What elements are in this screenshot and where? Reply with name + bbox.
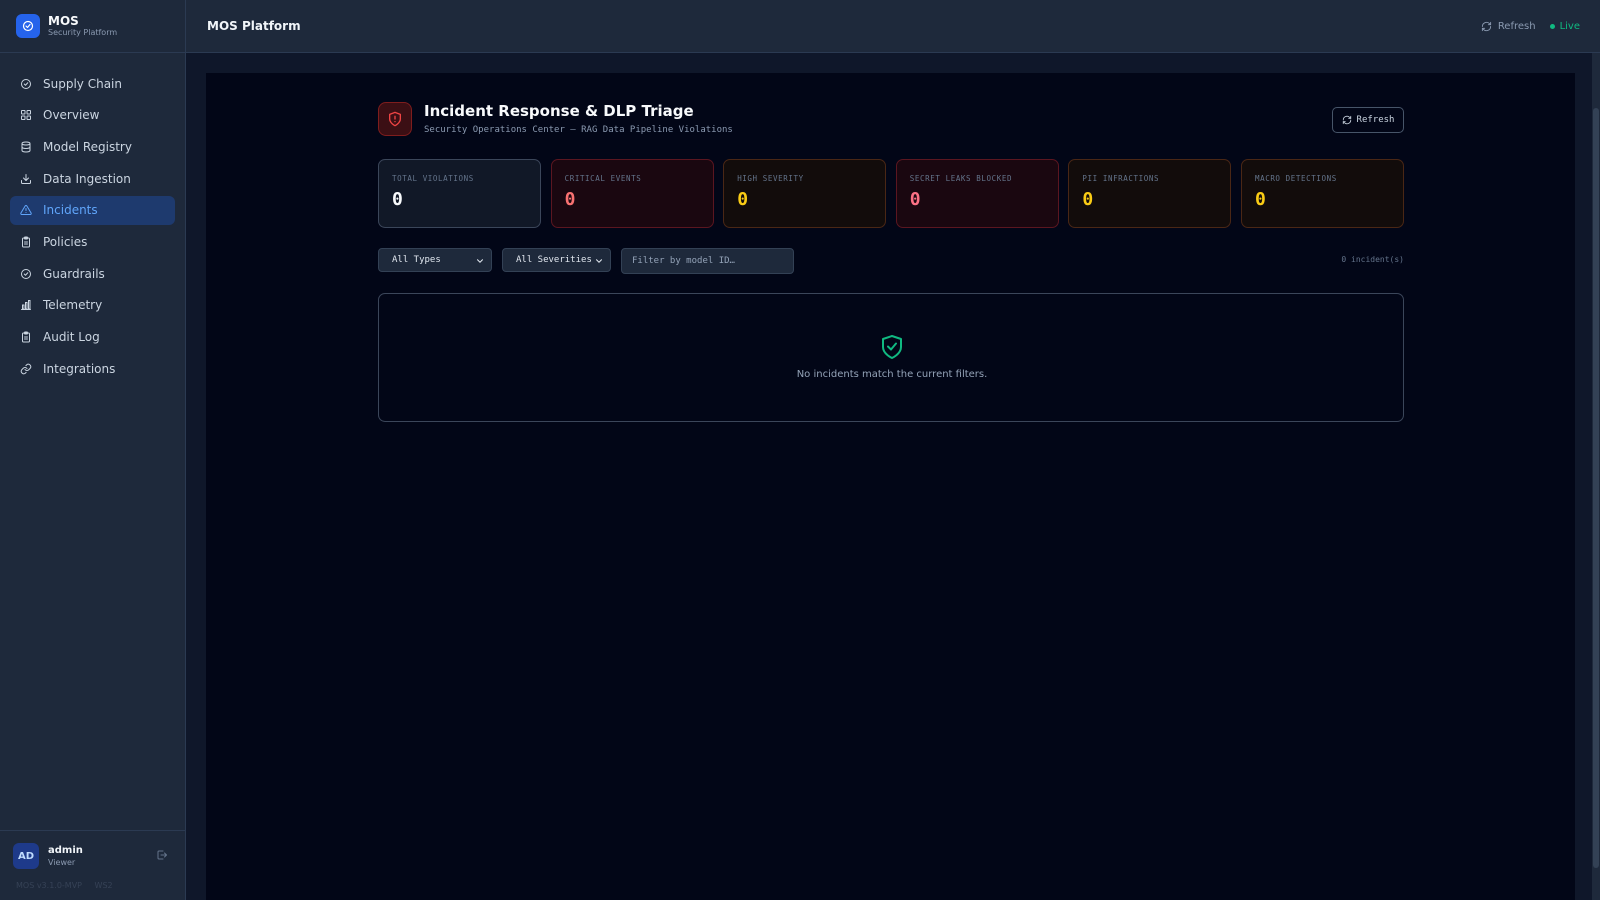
sidebar-item-audit-log[interactable]: Audit Log (10, 323, 175, 352)
version-info: MOS v3.1.0-MVP WS2 (16, 881, 123, 890)
header-refresh-button[interactable]: Refresh (1481, 21, 1536, 32)
live-dot-icon (1549, 24, 1555, 29)
sidebar-item-label: Integrations (43, 361, 116, 376)
brand-subtitle: Security Platform (48, 27, 118, 37)
stat-label: Secret Leaks Blocked (909, 174, 1013, 183)
stat-value: 0 (909, 189, 921, 210)
sidebar-item-telemetry[interactable]: Telemetry (10, 291, 175, 320)
sidebar-item-model-registry[interactable]: Model Registry (10, 132, 175, 161)
refresh-icon (1481, 21, 1491, 32)
sidebar-item-label: Audit Log (43, 330, 100, 344)
clipboard-icon (20, 331, 32, 343)
alert-triangle-icon (20, 204, 32, 216)
sidebar-item-overview[interactable]: Overview (10, 101, 175, 130)
stat-label: High Severity (737, 174, 804, 183)
stat-value: 0 (737, 189, 749, 210)
refresh-icon (1342, 115, 1351, 125)
sidebar: MOS Security Platform Supply Chain Overv… (0, 0, 186, 900)
sidebar-item-guardrails[interactable]: Guardrails (10, 259, 175, 288)
header-title: MOS Platform (207, 19, 301, 33)
stat-label: PII Infractions (1082, 174, 1160, 183)
shield-check-icon (880, 334, 904, 360)
shield-alert-icon (378, 102, 412, 136)
stat-card-high-severity: High Severity 0 (723, 159, 887, 228)
main-content: Incident Response & DLP Triage Security … (206, 73, 1575, 900)
incident-list-empty-state: No incidents match the current filters. (378, 293, 1404, 422)
brand-name: MOS (48, 13, 79, 28)
chevron-down-icon (594, 256, 604, 266)
stat-card-total-violations: Total Violations 0 (378, 159, 541, 228)
header-refresh-label: Refresh (1497, 21, 1536, 32)
brand-logo-icon (16, 14, 40, 38)
refresh-button-label: Refresh (1356, 115, 1395, 125)
stat-value: 0 (564, 189, 576, 210)
stat-card-critical-events: Critical Events 0 (550, 159, 714, 228)
sidebar-item-supply-chain[interactable]: Supply Chain (10, 69, 175, 98)
user-role: Viewer (48, 858, 76, 867)
stats-row: Total Violations 0 Critical Events 0 Hig… (378, 159, 1404, 228)
sidebar-nav: Supply Chain Overview Model Registry Dat… (0, 53, 185, 383)
type-filter-select[interactable]: All Types (378, 248, 492, 272)
severity-filter-select[interactable]: All Severities (502, 248, 611, 272)
sidebar-item-policies[interactable]: Policies (10, 227, 175, 256)
live-label: Live (1559, 21, 1580, 32)
shield-check-icon (20, 268, 32, 280)
sidebar-item-label: Overview (43, 108, 100, 123)
type-filter-value: All Types (392, 255, 441, 265)
page-subtitle: Security Operations Center — RAG Data Pi… (424, 125, 733, 135)
sidebar-item-label: Guardrails (43, 266, 105, 281)
sidebar-item-label: Policies (43, 234, 88, 249)
sidebar-item-integrations[interactable]: Integrations (10, 354, 175, 383)
sidebar-item-incidents[interactable]: Incidents (10, 195, 175, 225)
stat-value: 0 (1254, 189, 1266, 210)
user-area: AD admin Viewer MOS v3.1.0-MVP WS2 (0, 830, 186, 900)
scrollbar[interactable] (1592, 53, 1600, 900)
stat-card-secret-leaks-blocked: Secret Leaks Blocked 0 (895, 159, 1059, 228)
user-name: admin (48, 845, 83, 856)
grid-icon (20, 109, 32, 121)
stat-label: Macro Detections (1254, 174, 1337, 183)
sidebar-item-label: Telemetry (43, 298, 103, 313)
stat-card-macro-detections: Macro Detections 0 (1240, 159, 1404, 228)
download-icon (20, 173, 32, 185)
clipboard-icon (20, 236, 32, 248)
sidebar-item-label: Model Registry (43, 139, 132, 154)
top-header: MOS Platform Refresh Live (186, 0, 1600, 53)
brand: MOS Security Platform (0, 0, 185, 53)
ws-label: WS2 (94, 881, 113, 890)
empty-state-message: No incidents match the current filters. (796, 369, 988, 380)
chevron-down-icon (475, 256, 485, 266)
stat-card-pii-infractions: PII Infractions 0 (1068, 159, 1232, 228)
sidebar-item-data-ingestion[interactable]: Data Ingestion (10, 164, 175, 193)
version-label: MOS v3.1.0-MVP (16, 881, 82, 890)
stat-label: Total Violations (392, 174, 474, 183)
live-indicator: Live (1549, 21, 1580, 32)
stat-value: 0 (1082, 189, 1094, 210)
bar-chart-icon (20, 299, 32, 311)
sidebar-item-label: Incidents (43, 203, 98, 218)
avatar[interactable]: AD (13, 843, 39, 869)
logout-icon[interactable] (156, 849, 168, 861)
incident-count: 0 incident(s) (1341, 255, 1404, 264)
shield-check-icon (20, 78, 32, 90)
stat-value: 0 (392, 189, 403, 210)
database-icon (20, 141, 32, 153)
page-header: Incident Response & DLP Triage Security … (378, 102, 1404, 138)
sidebar-item-label: Data Ingestion (43, 171, 131, 186)
link-icon (20, 363, 32, 375)
model-id-filter-input[interactable] (621, 248, 794, 274)
sidebar-item-label: Supply Chain (43, 76, 122, 91)
stat-label: Critical Events (564, 174, 642, 183)
scrollbar-thumb[interactable] (1593, 108, 1599, 868)
refresh-button[interactable]: Refresh (1332, 107, 1404, 133)
page-title: Incident Response & DLP Triage (424, 102, 694, 120)
severity-filter-value: All Severities (516, 255, 592, 265)
filter-bar: All Types All Severities 0 incident(s) (378, 248, 1404, 274)
